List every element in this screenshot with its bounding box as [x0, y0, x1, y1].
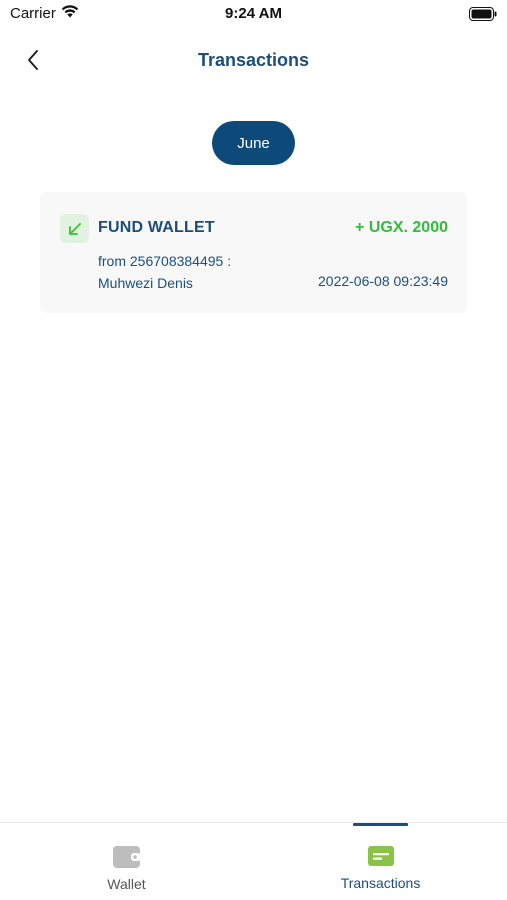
- arrow-down-left-icon: [60, 214, 89, 243]
- month-filter-button[interactable]: June: [212, 121, 295, 165]
- tab-transactions-label: Transactions: [340, 875, 421, 891]
- tab-wallet[interactable]: Wallet: [0, 823, 253, 900]
- tab-wallet-label: Wallet: [107, 876, 146, 892]
- transaction-description: from 256708384495 : Muhwezi Denis: [98, 253, 232, 291]
- tab-transactions[interactable]: Transactions: [254, 823, 507, 900]
- clock: 9:24 AM: [225, 5, 282, 22]
- battery-icon: [469, 7, 497, 26]
- transaction-datetime: 2022-06-08 09:23:49: [318, 273, 448, 289]
- status-bar: Carrier 9:24 AM: [0, 0, 507, 28]
- navigation-bar: Transactions: [0, 40, 507, 80]
- card-icon: [367, 845, 395, 872]
- transaction-type: FUND WALLET: [98, 219, 215, 236]
- transaction-card[interactable]: FUND WALLET + UGX. 2000 from 25670838449…: [40, 192, 467, 313]
- tab-bar: Wallet Transactions: [0, 822, 507, 900]
- page-title: Transactions: [197, 50, 310, 70]
- transaction-amount: + UGX. 2000: [355, 219, 448, 236]
- wallet-icon: [112, 845, 142, 874]
- active-tab-indicator: [353, 823, 408, 826]
